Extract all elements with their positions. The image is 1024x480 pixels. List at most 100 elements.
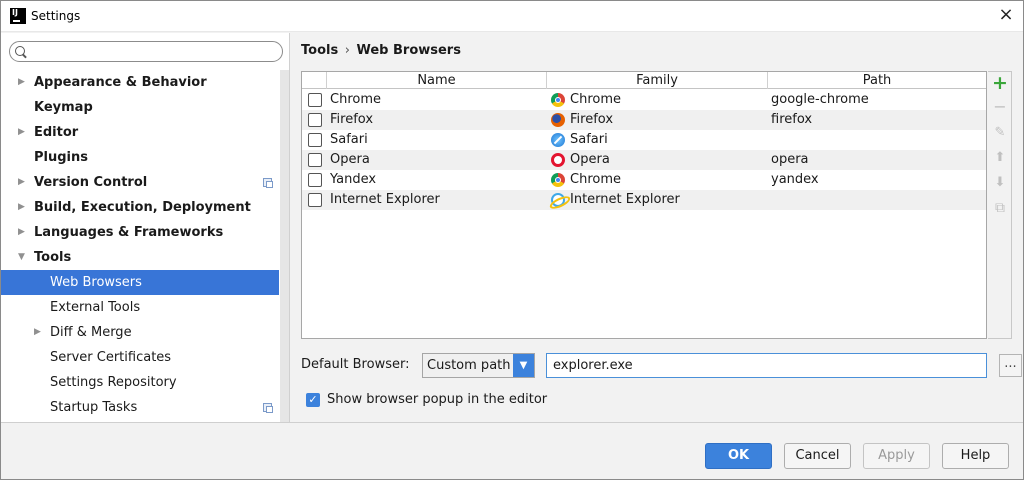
sidebar-item-plugins[interactable]: Plugins bbox=[1, 145, 279, 170]
sidebar-item-build-execution-deployment[interactable]: ▶ Build, Execution, Deployment bbox=[1, 195, 279, 220]
intellij-logo-icon: IJ bbox=[10, 8, 26, 24]
cancel-button[interactable]: Cancel bbox=[784, 443, 851, 469]
browser-path-input[interactable]: explorer.exe bbox=[546, 353, 987, 378]
help-button[interactable]: Help bbox=[942, 443, 1009, 469]
close-icon[interactable]: × bbox=[997, 6, 1015, 25]
apply-button[interactable]: Apply bbox=[863, 443, 930, 469]
default-browser-label: Default Browser: bbox=[301, 357, 410, 372]
row-checkbox[interactable] bbox=[308, 93, 322, 107]
table-row[interactable]: Yandex Chrome yandex bbox=[302, 170, 986, 190]
chevron-right-icon[interactable]: ▶ bbox=[18, 195, 25, 220]
title-bar: IJ Settings × bbox=[1, 1, 1023, 32]
firefox-icon bbox=[551, 113, 565, 127]
sidebar-item-label: Keymap bbox=[34, 100, 93, 115]
browser-family: Safari bbox=[570, 132, 608, 147]
chevron-right-icon[interactable]: ▶ bbox=[34, 320, 41, 345]
browser-name: Yandex bbox=[330, 172, 377, 187]
sidebar-item-label: Build, Execution, Deployment bbox=[34, 200, 251, 215]
default-browser-row: Default Browser: Custom path ▼ explorer.… bbox=[301, 353, 1023, 379]
settings-tree: ▶ Appearance & Behavior Keymap ▶ Editor Plugi… bbox=[1, 70, 279, 420]
sidebar-item-version-control[interactable]: ▶ Version Control bbox=[1, 170, 279, 195]
browser-path: firefox bbox=[771, 112, 813, 127]
row-checkbox[interactable] bbox=[308, 193, 322, 207]
search-box[interactable] bbox=[9, 41, 283, 62]
sidebar-item-diff-merge[interactable]: ▶ Diff & Merge bbox=[1, 320, 279, 345]
move-up-icon[interactable]: ⬆ bbox=[992, 150, 1008, 166]
breadcrumb-current: Web Browsers bbox=[356, 43, 461, 58]
search-input[interactable] bbox=[30, 43, 275, 60]
chevron-right-icon[interactable]: ▶ bbox=[18, 170, 25, 195]
table-row[interactable]: Chrome Chrome google-chrome bbox=[302, 90, 986, 110]
column-header-path[interactable]: Path bbox=[767, 72, 986, 89]
table-toolbar: + − ✎ ⬆ ⬇ ⧉ bbox=[988, 71, 1012, 339]
browser-name: Internet Explorer bbox=[330, 192, 440, 207]
browser-family: Chrome bbox=[570, 92, 621, 107]
sidebar-item-label: Server Certificates bbox=[50, 350, 172, 365]
chrome-icon bbox=[551, 93, 565, 107]
sidebar-item-server-certificates[interactable]: Server Certificates bbox=[1, 345, 279, 370]
column-header-family[interactable]: Family bbox=[546, 72, 767, 89]
project-scope-icon bbox=[263, 403, 273, 413]
sidebar-item-label: Tools bbox=[34, 250, 72, 265]
browsers-table: Name Family Path Chrome Chrome google-chro… bbox=[301, 71, 987, 339]
chevron-right-icon[interactable]: ▶ bbox=[18, 220, 25, 245]
web-browsers-panel: Tools › Web Browsers Name Family Path Ch… bbox=[291, 33, 1023, 422]
chevron-right-icon[interactable]: ▶ bbox=[18, 70, 25, 95]
sidebar-item-appearance-behavior[interactable]: ▶ Appearance & Behavior bbox=[1, 70, 279, 95]
breadcrumb-separator: › bbox=[344, 43, 350, 58]
copy-icon[interactable]: ⧉ bbox=[992, 200, 1008, 216]
row-checkbox[interactable] bbox=[308, 153, 322, 167]
browser-name: Safari bbox=[330, 132, 368, 147]
table-row[interactable]: Internet Explorer Internet Explorer bbox=[302, 190, 986, 210]
row-checkbox[interactable] bbox=[308, 173, 322, 187]
sidebar-item-languages-frameworks[interactable]: ▶ Languages & Frameworks bbox=[1, 220, 279, 245]
opera-icon bbox=[551, 153, 565, 167]
edit-icon[interactable]: ✎ bbox=[992, 125, 1008, 141]
sidebar-item-tools[interactable]: ▼ Tools bbox=[1, 245, 279, 270]
browse-button[interactable]: ... bbox=[999, 354, 1022, 377]
sidebar-item-label: Languages & Frameworks bbox=[34, 225, 224, 240]
row-checkbox[interactable] bbox=[308, 133, 322, 147]
sidebar-item-label: Settings Repository bbox=[50, 375, 177, 390]
sidebar-item-label: Plugins bbox=[34, 150, 88, 165]
dialog-footer: OK Cancel Apply Help bbox=[1, 422, 1023, 479]
browser-name: Firefox bbox=[330, 112, 374, 127]
ie-icon bbox=[551, 193, 565, 207]
browser-family: Firefox bbox=[570, 112, 614, 127]
sidebar-scrollbar[interactable] bbox=[280, 70, 289, 422]
table-row[interactable]: Firefox Firefox firefox bbox=[302, 110, 986, 130]
sidebar-item-label: Editor bbox=[34, 125, 79, 140]
browser-path: opera bbox=[771, 152, 809, 167]
sidebar-item-keymap[interactable]: Keymap bbox=[1, 95, 279, 120]
sidebar-item-web-browsers[interactable]: Web Browsers bbox=[1, 270, 279, 295]
add-icon[interactable]: + bbox=[992, 74, 1008, 93]
search-icon bbox=[15, 46, 25, 56]
browser-path: yandex bbox=[771, 172, 819, 187]
chevron-down-icon[interactable]: ▼ bbox=[513, 354, 534, 377]
show-popup-checkbox[interactable]: ✓ bbox=[306, 393, 320, 407]
default-browser-value: Custom path bbox=[427, 358, 511, 373]
sidebar-item-settings-repository[interactable]: Settings Repository bbox=[1, 370, 279, 395]
default-browser-select[interactable]: Custom path ▼ bbox=[422, 353, 535, 378]
window-title: Settings bbox=[31, 9, 81, 23]
row-checkbox[interactable] bbox=[308, 113, 322, 127]
sidebar-item-external-tools[interactable]: External Tools bbox=[1, 295, 279, 320]
settings-window: IJ Settings × ▶ Appearance & Behavior Keym… bbox=[0, 0, 1024, 480]
ok-button[interactable]: OK bbox=[705, 443, 772, 469]
table-row[interactable]: Safari Safari bbox=[302, 130, 986, 150]
sidebar-item-startup-tasks[interactable]: Startup Tasks bbox=[1, 395, 279, 420]
chevron-down-icon[interactable]: ▼ bbox=[18, 245, 25, 270]
move-down-icon[interactable]: ⬇ bbox=[992, 175, 1008, 191]
chevron-right-icon[interactable]: ▶ bbox=[18, 120, 25, 145]
breadcrumb-parent[interactable]: Tools bbox=[301, 43, 338, 58]
browser-name: Opera bbox=[330, 152, 370, 167]
project-scope-icon bbox=[263, 178, 273, 188]
browser-family: Opera bbox=[570, 152, 610, 167]
column-header-name[interactable]: Name bbox=[326, 72, 546, 89]
remove-icon[interactable]: − bbox=[992, 99, 1008, 115]
sidebar-item-label: Startup Tasks bbox=[50, 400, 138, 415]
table-row[interactable]: Opera Opera opera bbox=[302, 150, 986, 170]
breadcrumb: Tools › Web Browsers bbox=[301, 43, 461, 58]
browser-name: Chrome bbox=[330, 92, 381, 107]
sidebar-item-editor[interactable]: ▶ Editor bbox=[1, 120, 279, 145]
